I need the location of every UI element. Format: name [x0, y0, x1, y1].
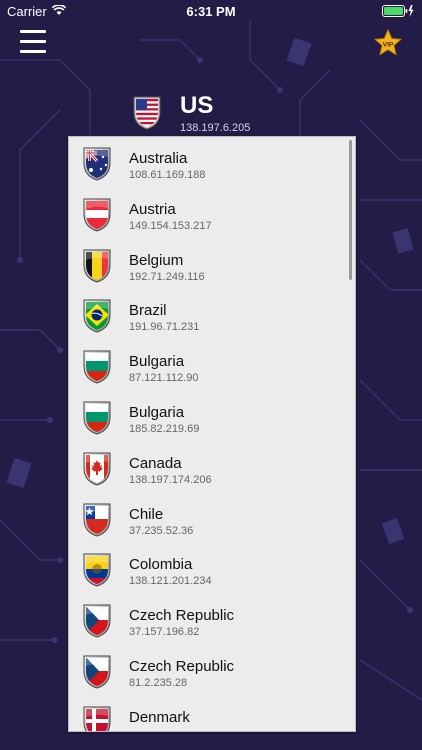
server-country: Belgium — [129, 251, 184, 269]
hamburger-menu-icon — [20, 30, 46, 33]
server-row[interactable]: Colombia 138.121.201.234 — [69, 544, 349, 595]
vip-label: VIP — [383, 42, 394, 49]
denmark-flag-shield-icon — [83, 706, 111, 731]
server-ip: 37.157.196.82 — [129, 626, 200, 639]
server-ip: 87.121.112.90 — [129, 372, 199, 385]
server-row[interactable]: Czech Republic 37.157.196.82 — [69, 595, 349, 646]
hamburger-menu-icon — [20, 40, 46, 43]
belgium-flag-shield-icon — [83, 249, 111, 283]
canada-flag-shield-icon — [83, 452, 111, 486]
clock: 6:31 PM — [186, 4, 236, 19]
server-country: Colombia — [129, 556, 193, 574]
server-ip: 149.154.153.217 — [129, 219, 212, 232]
server-country: Brazil — [129, 302, 167, 320]
austria-flag-shield-icon — [83, 198, 111, 232]
server-row[interactable]: Canada 138.197.174.206 — [69, 443, 349, 494]
server-ip: 191.96.71.231 — [129, 321, 200, 334]
server-row[interactable]: Brazil 191.96.71.231 — [69, 290, 349, 341]
server-country: Bulgaria — [129, 404, 185, 421]
server-country: Czech Republic — [129, 658, 235, 675]
czech-flag-shield-icon — [83, 655, 111, 689]
us-flag-shield-icon — [133, 96, 161, 130]
australia-flag-shield-icon — [83, 147, 111, 181]
server-row[interactable]: Bulgaria 87.121.112.90 — [69, 341, 349, 392]
server-row[interactable]: Austria 149.154.153.217 — [69, 189, 349, 240]
server-ip: 185.82.219.69 — [129, 423, 200, 435]
menu-button[interactable] — [20, 30, 46, 54]
server-row[interactable]: Denmark — [69, 697, 349, 731]
colombia-flag-shield-icon — [83, 553, 111, 587]
battery-charging-icon — [382, 5, 414, 17]
hamburger-menu-icon — [20, 50, 46, 53]
current-ip: 138.197.6.205 — [180, 122, 251, 134]
server-ip: 108.61.169.188 — [129, 169, 206, 181]
server-ip: 192.71.249.116 — [129, 270, 205, 283]
server-row[interactable]: Australia 108.61.169.188 — [69, 138, 349, 189]
vip-star-icon: VIP — [373, 28, 403, 56]
server-ip: 37.235.52.36 — [129, 524, 194, 537]
server-country: Czech Republic — [129, 607, 235, 625]
czech-flag-shield-icon — [83, 604, 111, 638]
server-row[interactable]: Belgium 192.71.249.116 — [69, 240, 349, 291]
server-country: Chile — [129, 505, 164, 523]
server-ip: 138.197.174.206 — [129, 473, 212, 486]
server-country: Austria — [129, 200, 176, 218]
server-country: Canada — [129, 454, 182, 472]
brazil-flag-shield-icon — [83, 299, 111, 333]
bulgaria-flag-shield-icon — [83, 401, 111, 435]
chile-flag-shield-icon — [83, 503, 111, 537]
scrollbar[interactable] — [349, 140, 352, 280]
server-country: Denmark — [129, 708, 190, 726]
server-row[interactable]: Chile 37.235.52.36 — [69, 494, 349, 545]
server-row[interactable]: Bulgaria 185.82.219.69 — [69, 392, 349, 443]
status-bar: Carrier 6:31 PM — [0, 0, 422, 22]
server-ip: 138.121.201.234 — [129, 575, 212, 588]
server-row[interactable]: Czech Republic 81.2.235.28 — [69, 646, 349, 697]
server-country: Australia — [129, 150, 188, 167]
server-ip: 81.2.235.28 — [129, 677, 188, 689]
server-country: Bulgaria — [129, 353, 185, 371]
bulgaria-flag-shield-icon — [83, 350, 111, 384]
current-country: US — [180, 92, 214, 119]
vip-button[interactable]: VIP — [373, 28, 403, 57]
server-list[interactable]: Australia 108.61.169.188 Austria 149.154.15… — [68, 136, 356, 732]
